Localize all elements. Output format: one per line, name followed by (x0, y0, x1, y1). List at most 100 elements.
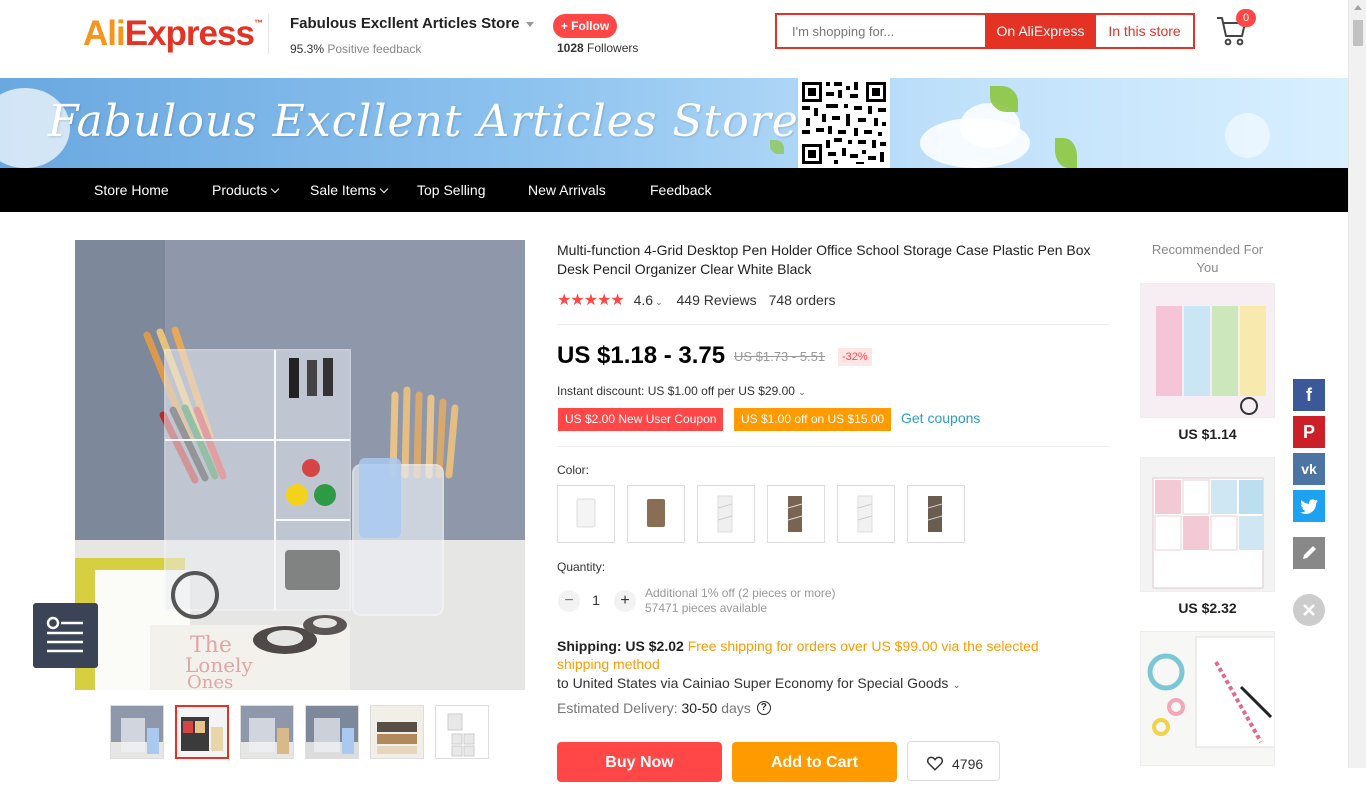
nav-label: Products (212, 182, 268, 198)
cart-count-badge: 0 (1236, 9, 1256, 27)
nav-feedback[interactable]: Feedback (650, 168, 711, 212)
thumbnail[interactable] (240, 705, 294, 759)
new-user-coupon[interactable]: US $2.00 New User Coupon (555, 408, 724, 431)
svg-text:Ones: Ones (187, 672, 233, 690)
color-option-white[interactable] (557, 485, 615, 543)
pinterest-share-button[interactable]: P (1293, 416, 1325, 448)
aliexpress-logo[interactable]: AliExpress™ (83, 14, 263, 54)
get-coupons-link[interactable]: Get coupons (901, 410, 980, 426)
nav-store-home[interactable]: Store Home (94, 168, 169, 212)
thumbnail[interactable] (110, 705, 164, 759)
rating-row: ★★★★★ 4.6 ⌄ 449 Reviews 748 orders (557, 290, 836, 310)
current-price: US $1.18 - 3.75 (557, 342, 726, 369)
nav-products[interactable]: Products (212, 168, 280, 212)
product-main-image[interactable]: The Lonely Ones (75, 240, 525, 690)
logo-trademark: ™ (253, 18, 263, 28)
estimated-delivery: Estimated Delivery: 30-50 days? (557, 700, 771, 716)
nav-top-selling[interactable]: Top Selling (417, 168, 486, 212)
color-option-dark-set[interactable] (907, 485, 965, 543)
store-name-dropdown[interactable]: Fabulous Excllent Articles Store (290, 15, 534, 32)
follow-button[interactable]: + Follow (553, 14, 617, 38)
facebook-share-button[interactable]: f (1293, 379, 1325, 411)
search-on-aliexpress-button[interactable]: On AliExpress (985, 15, 1096, 47)
ship-to-dropdown[interactable]: to United States via Cainiao Super Econo… (557, 675, 961, 691)
orders-count: 748 orders (768, 292, 836, 308)
feedback-value: 95.3% (290, 42, 325, 56)
recommended-price: US $2.32 (1178, 600, 1237, 616)
ship-to-text: to United States via Cainiao Super Econo… (557, 675, 949, 691)
chevron-down-icon: ⌄ (655, 297, 663, 307)
close-share-button[interactable] (1293, 594, 1325, 626)
shipping-info: Shipping: US $2.02 Free shipping for ord… (557, 637, 1077, 673)
store-name: Fabulous Excllent Articles Store (290, 15, 520, 32)
pencil-icon (1303, 546, 1316, 559)
logo-ali: Ali (83, 14, 126, 53)
followers-label: Followers (587, 41, 639, 55)
search-in-store-button[interactable]: In this store (1096, 15, 1193, 47)
star-rating: ★★★★★ (557, 292, 625, 309)
nav-label: Top Selling (417, 182, 486, 198)
scrollbar-thumb[interactable] (1353, 20, 1363, 46)
thumbnail[interactable] (370, 705, 424, 759)
color-option-brown-set[interactable] (767, 485, 825, 543)
shipping-cost: Shipping: US $2.02 (557, 638, 684, 654)
close-icon (1303, 604, 1315, 616)
store-banner: Fabulous Excllent Articles Store (0, 78, 1348, 168)
recommended-title: Recommended For You (1151, 242, 1264, 275)
pinterest-icon: P (1302, 422, 1315, 442)
twitter-icon (1300, 499, 1318, 514)
delivery-days: 30-50 (681, 700, 718, 716)
recommended-price: US $1.14 (1178, 426, 1237, 442)
caret-down-icon (525, 21, 534, 27)
thumbnail[interactable] (435, 705, 489, 759)
instant-discount-text: Instant discount: US $1.00 off per US $2… (557, 384, 795, 398)
top-header: AliExpress™ Fabulous Excllent Articles S… (0, 0, 1348, 78)
color-label: Color: (557, 463, 590, 477)
delivery-label: Estimated Delivery: (557, 700, 678, 716)
store-coupon[interactable]: US $1.00 off on US $15.00 (731, 408, 892, 431)
banner-store-title: Fabulous Excllent Articles Store (48, 96, 799, 147)
quantity-decrease-button[interactable]: − (558, 590, 580, 612)
facebook-icon: f (1306, 385, 1312, 405)
recommended-item-image[interactable] (1140, 631, 1275, 766)
recommended-item-image[interactable] (1140, 457, 1275, 592)
wishlist-button[interactable]: 4796 (907, 741, 1000, 781)
scroll-up-arrow-icon[interactable] (1354, 5, 1362, 10)
recommended-item-image[interactable] (1140, 283, 1275, 418)
vk-share-button[interactable]: vk (1293, 453, 1325, 485)
buy-now-button[interactable]: Buy Now (557, 742, 722, 782)
original-price: US $1.73 - 5.51 (734, 349, 826, 364)
search-bar: On AliExpress In this store (775, 13, 1195, 49)
chevron-down-icon (379, 184, 389, 194)
page-scrollbar[interactable] (1348, 0, 1366, 768)
quantity-value[interactable]: 1 (588, 592, 604, 608)
rating-value[interactable]: 4.6 (634, 292, 653, 308)
thumbnail-selected[interactable] (175, 705, 229, 759)
header-divider (268, 14, 269, 54)
followers-number: 1028 (557, 41, 584, 55)
pieces-available: 57471 pieces available (645, 601, 768, 615)
color-option-brown[interactable] (627, 485, 685, 543)
reviews-count[interactable]: 449 Reviews (677, 292, 757, 308)
twitter-share-button[interactable] (1293, 490, 1325, 522)
help-icon[interactable]: ? (756, 701, 771, 716)
nav-label: Sale Items (310, 182, 377, 198)
discount-badge: -32% (838, 348, 872, 366)
instant-discount-dropdown[interactable]: Instant discount: US $1.00 off per US $2… (557, 384, 806, 398)
search-input[interactable] (777, 15, 985, 47)
edit-share-button[interactable] (1293, 537, 1325, 569)
nav-new-arrivals[interactable]: New Arrivals (528, 168, 606, 212)
thumbnail[interactable] (305, 705, 359, 759)
quantity-increase-button[interactable]: + (614, 590, 636, 612)
add-to-cart-button[interactable]: Add to Cart (732, 742, 897, 782)
chevron-down-icon (271, 184, 280, 194)
nav-label: New Arrivals (528, 182, 606, 198)
bubble-decoration (1225, 113, 1270, 158)
chevron-down-icon: ⌄ (952, 680, 961, 691)
heart-icon (926, 756, 944, 771)
nav-sale-items[interactable]: Sale Items (310, 168, 389, 212)
color-option-white-set[interactable] (837, 485, 895, 543)
qr-code[interactable] (798, 78, 890, 168)
color-option-clear[interactable] (697, 485, 755, 543)
floating-menu-button[interactable] (33, 603, 98, 668)
